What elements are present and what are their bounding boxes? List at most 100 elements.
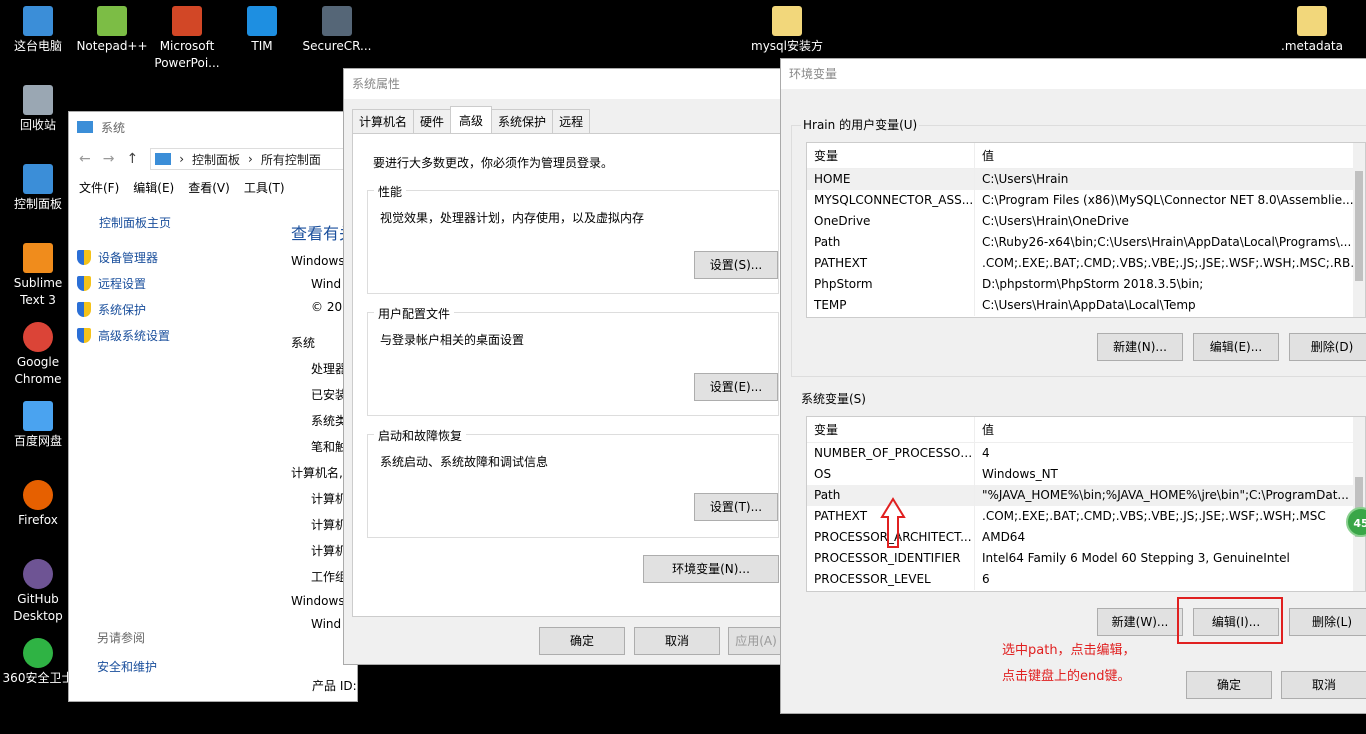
desktop-icon-this-pc[interactable]: 这台电脑 <box>0 6 76 55</box>
desktop-icon-mysql-folder[interactable]: mysql安装方 <box>749 6 825 55</box>
tab-system-protection[interactable]: 系统保护 <box>491 109 554 133</box>
up-arrow-icon[interactable]: ↑ <box>126 151 138 167</box>
menu-edit[interactable]: 编辑(E) <box>133 179 174 196</box>
system-window-title: 系统 <box>101 120 126 135</box>
system-new-button[interactable]: 新建(W)... <box>1097 608 1183 636</box>
desktop-icon-label: Notepad++ <box>76 39 148 53</box>
var-value: Windows_NT <box>982 467 1058 481</box>
breadcrumb-control-panel[interactable]: 控制面板 <box>192 151 240 168</box>
table-row[interactable]: MYSQLCONNECTOR_ASS... C:\Program Files (x… <box>807 190 1365 211</box>
performance-desc: 视觉效果，处理器计划，内存使用，以及虚拟内存 <box>380 211 645 225</box>
var-value: C:\Users\Hrain <box>982 172 1069 186</box>
tim-icon <box>247 6 277 36</box>
table-row[interactable]: OS Windows_NT <box>807 464 1365 485</box>
navigation-bar: ← → ↑ › 控制面板 › 所有控制面 <box>69 142 357 176</box>
var-name: Path <box>807 232 975 253</box>
desktop-icon-firefox[interactable]: Firefox <box>0 480 76 529</box>
menu-tools[interactable]: 工具(T) <box>244 179 285 196</box>
system-window-icon <box>77 121 93 133</box>
user-new-button[interactable]: 新建(N)... <box>1097 333 1183 361</box>
table-row[interactable]: PATHEXT .COM;.EXE;.BAT;.CMD;.VBS;.VBE;.JS… <box>807 253 1365 274</box>
link-label: 高级系统设置 <box>98 329 171 343</box>
props-ok-button[interactable]: 确定 <box>539 627 625 655</box>
desktop-icon-github[interactable]: GitHub Desktop <box>0 559 76 625</box>
back-arrow-icon[interactable]: ← <box>79 151 91 167</box>
table-row[interactable]: PhpStorm D:\phpstorm\PhpStorm 2018.3.5\bi… <box>807 274 1365 295</box>
desktop-icon-label: 这台电脑 <box>13 39 62 53</box>
admin-notice: 要进行大多数更改，你必须作为管理员登录。 <box>373 156 614 170</box>
shield-icon <box>77 276 91 291</box>
desktop-icon-chrome[interactable]: Google Chrome <box>0 322 76 388</box>
user-vars-list[interactable]: 变量 值 HOME C:\Users\Hrain MYSQLCONNECTOR_A… <box>806 142 1366 318</box>
column-value[interactable]: 值 <box>975 417 1365 442</box>
table-row[interactable]: TEMP C:\Users\Hrain\AppData\Local\Temp <box>807 295 1365 316</box>
security-maintenance-link[interactable]: 安全和维护 <box>97 658 267 675</box>
startup-recovery-legend: 启动和故障恢复 <box>374 427 467 444</box>
table-row[interactable]: Path C:\Ruby26-x64\bin;C:\Users\Hrain\App… <box>807 232 1365 253</box>
table-row[interactable]: OneDrive C:\Users\Hrain\OneDrive <box>807 211 1365 232</box>
address-bar[interactable]: › 控制面板 › 所有控制面 <box>150 148 357 170</box>
environment-variables-button[interactable]: 环境变量(N)... <box>643 555 779 583</box>
advanced-system-settings-link[interactable]: 高级系统设置 <box>77 327 267 344</box>
system-protection-link[interactable]: 系统保护 <box>77 301 267 318</box>
desktop-icon-metadata-folder[interactable]: .metadata <box>1274 6 1350 55</box>
baidu-netdisk-icon <box>23 401 53 431</box>
props-cancel-button[interactable]: 取消 <box>634 627 720 655</box>
github-desktop-icon <box>23 559 53 589</box>
startup-recovery-desc: 系统启动、系统故障和调试信息 <box>380 455 549 469</box>
powerpoint-icon <box>172 6 202 36</box>
sublime-text-icon <box>23 243 53 273</box>
menu-view[interactable]: 查看(V) <box>188 179 230 196</box>
var-name: HOME <box>807 169 975 190</box>
breadcrumb-separator-icon: › <box>248 152 253 166</box>
var-name: MYSQLCONNECTOR_ASS... <box>807 190 975 211</box>
desktop-icon-360[interactable]: 360安全卫士 <box>0 638 76 687</box>
var-value: C:\Users\Hrain\OneDrive <box>982 214 1129 228</box>
tab-advanced[interactable]: 高级 <box>450 106 493 133</box>
user-edit-button[interactable]: 编辑(E)... <box>1193 333 1279 361</box>
desktop-icon-tim[interactable]: TIM <box>224 6 300 55</box>
desktop-icon-powerpoint[interactable]: Microsoft PowerPoi... <box>149 6 225 72</box>
breadcrumb-all-items[interactable]: 所有控制面 <box>261 151 321 168</box>
user-profiles-settings-button[interactable]: 设置(E)... <box>694 373 778 401</box>
startup-recovery-settings-button[interactable]: 设置(T)... <box>694 493 778 521</box>
desktop-icon-label: GitHub Desktop <box>13 592 63 623</box>
device-manager-link[interactable]: 设备管理器 <box>77 249 267 266</box>
table-row[interactable]: HOME C:\Users\Hrain <box>807 169 1365 190</box>
env-cancel-button[interactable]: 取消 <box>1281 671 1366 699</box>
var-name: PATHEXT <box>807 253 975 274</box>
tab-computer-name[interactable]: 计算机名 <box>352 109 415 133</box>
user-profiles-desc: 与登录帐户相关的桌面设置 <box>380 333 525 347</box>
firefox-icon <box>23 480 53 510</box>
remote-settings-link[interactable]: 远程设置 <box>77 275 267 292</box>
table-row[interactable]: NUMBER_OF_PROCESSORS 4 <box>807 443 1365 464</box>
column-variable[interactable]: 变量 <box>807 143 975 168</box>
tab-remote[interactable]: 远程 <box>552 109 591 133</box>
forward-arrow-icon[interactable]: → <box>103 151 115 167</box>
desktop-icon-securecrt[interactable]: SecureCR... <box>299 6 375 55</box>
user-delete-button[interactable]: 删除(D) <box>1289 333 1366 361</box>
table-row[interactable]: PROCESSOR_LEVEL 6 <box>807 569 1365 590</box>
see-also-heading: 另请参阅 <box>97 631 146 645</box>
desktop-icon-recycle-bin[interactable]: 回收站 <box>0 85 76 134</box>
desktop-icon-baidu[interactable]: 百度网盘 <box>0 401 76 450</box>
desktop-icon-control-panel[interactable]: 控制面板 <box>0 164 76 213</box>
table-row[interactable]: PROCESSOR_IDENTIFIER Intel64 Family 6 Mod… <box>807 548 1365 569</box>
chrome-icon <box>23 322 53 352</box>
props-apply-button[interactable]: 应用(A) <box>728 627 784 655</box>
column-variable[interactable]: 变量 <box>807 417 975 442</box>
desktop-icon-sublime[interactable]: Sublime Text 3 <box>0 243 76 309</box>
desktop-icon-notepadpp[interactable]: Notepad++ <box>74 6 150 55</box>
menu-bar: 文件(F) 编辑(E) 查看(V) 工具(T) <box>69 176 357 198</box>
menu-file[interactable]: 文件(F) <box>79 179 119 196</box>
column-value[interactable]: 值 <box>975 143 1365 168</box>
env-ok-button[interactable]: 确定 <box>1186 671 1272 699</box>
performance-settings-button[interactable]: 设置(S)... <box>694 251 778 279</box>
control-panel-home-link[interactable]: 控制面板主页 <box>99 214 267 231</box>
system-vars-scrollbar[interactable] <box>1353 417 1365 591</box>
tab-hardware[interactable]: 硬件 <box>413 109 452 133</box>
system-properties-dialog: 系统属性 计算机名 硬件 高级 系统保护 远程 要进行大多数更改，你必须作为管理… <box>343 68 785 665</box>
system-delete-button[interactable]: 删除(L) <box>1289 608 1366 636</box>
desktop-icon-label: .metadata <box>1281 39 1343 53</box>
user-vars-scrollbar[interactable] <box>1353 143 1365 317</box>
